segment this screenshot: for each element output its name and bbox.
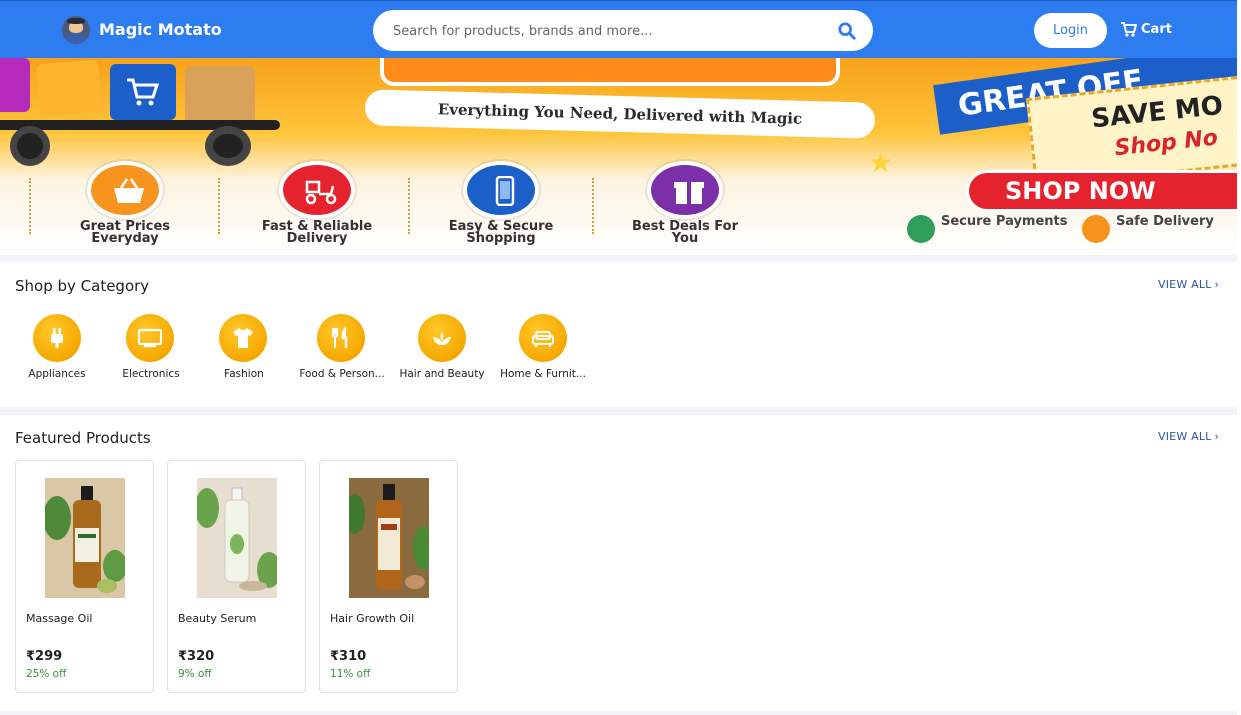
category-icon-circle	[126, 314, 174, 362]
banner-box-graphic	[36, 59, 102, 117]
product-image[interactable]	[349, 478, 429, 598]
top-navbar: Magic Motato Login Cart	[0, 0, 1237, 58]
sofa-icon	[532, 331, 554, 347]
product-image[interactable]	[197, 478, 277, 598]
hero-banner[interactable]: Everything You Need, Delivered with Magi…	[0, 58, 1237, 255]
scooter-icon	[305, 180, 337, 205]
shop-now-button[interactable]: SHOP NOW	[966, 170, 1237, 212]
category-hair-beauty[interactable]: Hair and Beauty	[392, 314, 492, 384]
product-discount: 9% off	[178, 668, 212, 680]
product-image[interactable]	[45, 478, 125, 598]
banner-bag-graphic	[0, 58, 30, 112]
product-name[interactable]: Hair Growth Oil	[330, 612, 414, 625]
star-icon: ★	[868, 146, 894, 179]
feature-badge	[647, 161, 723, 219]
product-card[interactable]: Beauty Serum ₹320 9% off	[167, 460, 306, 693]
category-label: Electronics	[122, 368, 180, 380]
feature-label: Easy & Secure Shopping	[448, 219, 554, 246]
category-label: Fashion	[224, 368, 264, 380]
category-label: Food & Person...	[299, 368, 385, 380]
banner-wheel-graphic	[10, 126, 50, 166]
product-price: ₹310	[330, 649, 367, 664]
cart-label: Cart	[1141, 22, 1172, 37]
category-fashion[interactable]: Fashion	[194, 314, 294, 384]
monitor-icon	[138, 328, 162, 348]
category-section: Shop by Category VIEW ALL › Appliances El…	[0, 262, 1237, 407]
feature-badge	[279, 161, 355, 219]
login-button[interactable]: Login	[1034, 13, 1107, 48]
plug-icon	[51, 328, 63, 348]
category-home-furniture[interactable]: Home & Furnit...	[493, 314, 593, 384]
divider	[218, 178, 220, 234]
feature-label: Great Prices Everyday	[79, 219, 171, 246]
feature-great-prices: Great Prices Everyday	[60, 161, 190, 251]
chevron-right-icon: ›	[1214, 430, 1220, 443]
category-icon-circle	[317, 314, 365, 362]
category-label: Hair and Beauty	[399, 368, 485, 380]
category-electronics[interactable]: Electronics	[101, 314, 201, 384]
cart-icon	[1121, 22, 1137, 37]
divider	[408, 178, 410, 234]
featured-products-section: Featured Products VIEW ALL › Massage Oil …	[0, 415, 1237, 711]
window-edge	[1237, 0, 1241, 715]
tshirt-icon	[233, 328, 253, 348]
category-label: Home & Furnit...	[500, 368, 586, 380]
product-name[interactable]: Beauty Serum	[178, 612, 256, 625]
product-name[interactable]: Massage Oil	[26, 612, 92, 625]
basket-icon	[114, 178, 144, 203]
product-price: ₹320	[178, 649, 215, 664]
view-all-label: VIEW ALL	[1158, 430, 1212, 443]
gift-icon	[674, 182, 704, 204]
view-all-categories-link[interactable]: VIEW ALL ›	[1158, 278, 1219, 291]
badge-label: Safe Delivery	[1116, 214, 1214, 229]
banner-title-graphic	[380, 58, 840, 86]
category-icon-circle	[219, 314, 267, 362]
feature-badge	[463, 161, 539, 219]
badge-label: Secure Payments	[941, 214, 1068, 229]
feature-label: Best Deals For You	[632, 219, 738, 246]
category-icon-circle	[519, 314, 567, 362]
banner-lock-box-graphic	[185, 66, 255, 124]
brand-name[interactable]: Magic Motato	[99, 20, 222, 39]
search-icon[interactable]	[838, 22, 856, 40]
banner-wheel-graphic	[205, 126, 251, 166]
lotus-icon	[433, 332, 451, 345]
banner-cart-box-graphic	[110, 64, 176, 120]
chevron-right-icon: ›	[1214, 278, 1220, 291]
category-appliances[interactable]: Appliances	[7, 314, 107, 384]
banner-shop-text: Shop No	[1113, 125, 1219, 162]
feature-badge	[87, 161, 163, 219]
view-all-label: VIEW ALL	[1158, 278, 1212, 291]
category-food-personal[interactable]: Food & Person...	[292, 314, 392, 384]
feature-label: Fast & Reliable Delivery	[261, 219, 373, 246]
shield-icon	[907, 215, 935, 243]
product-discount: 11% off	[330, 668, 371, 680]
feature-fast-delivery: Fast & Reliable Delivery	[252, 161, 382, 251]
search-bar[interactable]	[373, 10, 873, 51]
section-title: Shop by Category	[15, 277, 150, 295]
view-all-products-link[interactable]: VIEW ALL ›	[1158, 430, 1219, 443]
product-card[interactable]: Massage Oil ₹299 25% off	[15, 460, 154, 693]
feature-best-deals: Best Deals For You	[620, 161, 750, 251]
section-title: Featured Products	[15, 429, 151, 447]
brand-logo-icon[interactable]	[62, 16, 90, 44]
fork-knife-icon	[332, 327, 348, 348]
category-icon-circle	[418, 314, 466, 362]
product-price: ₹299	[26, 649, 63, 664]
feature-secure-shopping: Easy & Secure Shopping	[436, 161, 566, 251]
phone-icon	[495, 176, 515, 206]
category-label: Appliances	[28, 368, 86, 380]
search-input[interactable]	[393, 21, 813, 41]
category-icon-circle	[33, 314, 81, 362]
banner-tagline: Everything You Need, Delivered with Magi…	[364, 89, 876, 139]
product-discount: 25% off	[26, 668, 67, 680]
divider	[592, 178, 594, 234]
product-card[interactable]: Hair Growth Oil ₹310 11% off	[319, 460, 458, 693]
divider	[29, 178, 31, 234]
truck-icon	[1082, 215, 1110, 243]
